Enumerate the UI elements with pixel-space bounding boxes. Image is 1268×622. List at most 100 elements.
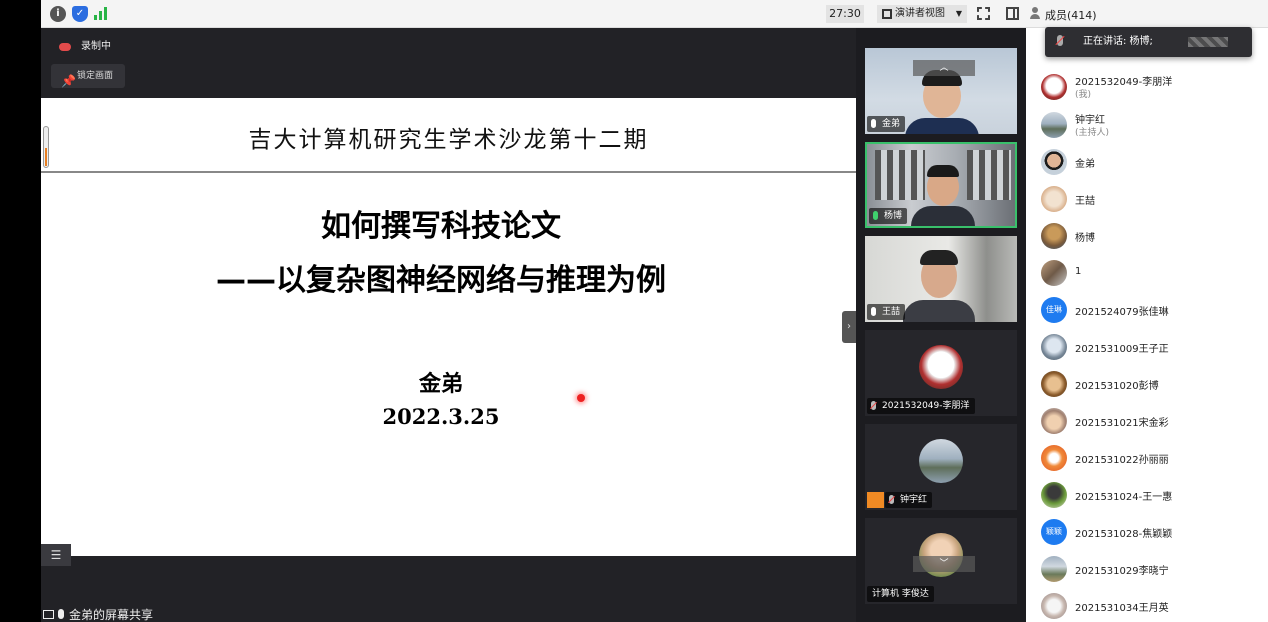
video-tile-name-text: 钟宇红 [900, 495, 928, 505]
avatar [1041, 223, 1067, 249]
participant-name: 2021531028-焦颖颖 [1075, 529, 1173, 540]
slide-title: 如何撰写科技论文 [321, 209, 561, 244]
scroll-down-icon[interactable]: ﹀ [913, 556, 975, 572]
participant-name: 2021531020彭博 [1075, 381, 1159, 392]
list-item[interactable]: 王喆 [1041, 185, 1261, 213]
microphone-icon [871, 119, 876, 128]
list-item[interactable]: 1 [1041, 259, 1261, 287]
video-tile-name-text: 计算机 李俊达 [872, 589, 929, 599]
video-tile[interactable]: ﹀ 计算机 李俊达 [865, 518, 1017, 604]
list-item[interactable]: 佳琳 2021524079张佳琳 [1041, 296, 1261, 324]
participant-role: (主持人) [1075, 128, 1110, 138]
video-tile-name: 2021532049-李朋洋 [867, 398, 975, 414]
participant-body [903, 300, 975, 322]
participant-name: 2021531009王子正 [1075, 344, 1169, 355]
microphone-icon [871, 307, 876, 316]
presentation-slide: 吉大计算机研究生学术沙龙第十二期 如何撰写科技论文 ——以复杂图神经网络与推理为… [41, 98, 856, 556]
members-label: 成员(414) [1045, 9, 1097, 22]
video-tile-name: 王喆 [867, 304, 906, 320]
video-tile-name: 金弟 [867, 116, 906, 132]
toggle-sidebar-icon[interactable] [1006, 7, 1019, 20]
participant-name: 杨博 [1075, 233, 1095, 244]
pin-icon: 📌 [61, 74, 76, 88]
video-tile-name: 杨博 [869, 208, 908, 224]
list-item[interactable]: 2021531024-王一惠 [1041, 481, 1261, 509]
shield-icon[interactable]: ✓ [72, 6, 88, 22]
signal-strength-icon[interactable] [94, 6, 110, 20]
slide-subtitle: ——以复杂图神经网络与推理为例 [216, 263, 666, 298]
avatar [1041, 445, 1067, 471]
participant-name: 2021531029李晓宁 [1075, 566, 1169, 577]
list-item[interactable]: 2021531009王子正 [1041, 333, 1261, 361]
participant-name: 2021531022孙丽丽 [1075, 455, 1169, 466]
cloud-recording-icon [59, 43, 71, 51]
avatar [1041, 593, 1067, 619]
avatar [1041, 260, 1067, 286]
members-icon [1029, 7, 1041, 19]
building-background [967, 150, 1011, 200]
participant-name: 金弟 [1075, 159, 1095, 170]
top-toolbar: i ✓ 27:30 演讲者视图 ▼ 成员(414) [41, 0, 1268, 28]
info-icon[interactable]: i [50, 6, 66, 22]
list-item[interactable]: 2021532049-李朋洋 (我) [1041, 73, 1261, 101]
list-item[interactable]: 2021531034王月英 [1041, 592, 1261, 620]
recording-indicator[interactable]: 录制中 [51, 37, 111, 57]
presenter-view-dropdown[interactable]: 演讲者视图 ▼ [877, 5, 967, 23]
video-tile[interactable]: 钟宇红 [865, 424, 1017, 510]
list-menu-icon[interactable]: ☰ [41, 544, 71, 566]
list-item[interactable]: 杨博 [1041, 222, 1261, 250]
avatar: 颖颖 [1041, 519, 1067, 545]
avatar [1041, 186, 1067, 212]
participant-name: 王喆 [1075, 196, 1095, 207]
video-tile-name-text: 金弟 [882, 119, 901, 129]
participant-name: 钟宇红 [1075, 115, 1105, 126]
screen-icon [43, 610, 54, 619]
slide-header: 吉大计算机研究生学术沙龙第十二期 [248, 127, 649, 153]
building-background [875, 150, 925, 200]
avatar [1041, 334, 1067, 360]
collapse-gallery-handle[interactable]: › [842, 311, 856, 343]
participant-name: 1 [1075, 266, 1082, 277]
participant-name: 2021531021宋金彩 [1075, 418, 1169, 429]
video-tile[interactable]: 2021532049-李朋洋 [865, 330, 1017, 416]
host-badge-icon [867, 492, 884, 508]
video-tile-active[interactable]: 杨博 [865, 142, 1017, 228]
video-tile-name: 钟宇红 [885, 492, 933, 508]
slide-date: 2022.3.25 [382, 404, 500, 429]
chevron-down-icon: ▼ [955, 9, 962, 18]
screen-share-label: 金弟的屏幕共享 [41, 608, 153, 622]
video-tile[interactable]: ︿ 金弟 [865, 48, 1017, 134]
fullscreen-icon[interactable] [977, 7, 990, 20]
participant-body [911, 206, 975, 226]
list-item[interactable]: 2021531029李晓宁 [1041, 555, 1261, 583]
presenter-view-label: 演讲者视图 [895, 8, 945, 19]
speaking-label: 正在讲话: 杨博; [1083, 36, 1153, 47]
lock-screen-button[interactable]: 📌 锁定画面 [51, 64, 125, 88]
video-tile-name-text: 王喆 [882, 307, 901, 317]
list-item[interactable]: 颖颖 2021531028-焦颖颖 [1041, 518, 1261, 546]
avatar [1041, 74, 1067, 100]
participant-name: 2021532049-李朋洋 [1075, 77, 1173, 88]
participant-name: 2021531024-王一惠 [1075, 492, 1173, 503]
scroll-up-icon[interactable]: ︿ [913, 60, 975, 76]
list-item[interactable]: 2021531020彭博 [1041, 370, 1261, 398]
list-item[interactable]: 2021531022孙丽丽 [1041, 444, 1261, 472]
microphone-muted-icon [871, 401, 876, 410]
presenter-view-icon [882, 9, 892, 19]
slide-divider [41, 171, 856, 173]
list-item[interactable]: 钟宇红 (主持人) [1041, 111, 1261, 139]
avatar [1041, 482, 1067, 508]
list-item[interactable]: 2021531021宋金彩 [1041, 407, 1261, 435]
screen-share-text: 金弟的屏幕共享 [69, 608, 154, 622]
participant-avatar [919, 439, 963, 483]
participant-list[interactable]: 2021532049-李朋洋 (我) 钟宇红 (主持人) 金弟 王喆 杨博 1 … [1026, 28, 1268, 622]
screen-share-area: 录制中 📌 锁定画面 吉大计算机研究生学术沙龙第十二期 如何撰写科技论文 ——以… [41, 28, 856, 622]
members-button[interactable]: 成员(414) [1029, 7, 1097, 23]
participant-body [905, 118, 979, 134]
video-tile[interactable]: 王喆 [865, 236, 1017, 322]
list-item[interactable]: 金弟 [1041, 148, 1261, 176]
speaker-muted-icon [1057, 35, 1063, 46]
participant-role: (我) [1075, 90, 1092, 100]
video-gallery: › ︿ 金弟 杨博 王喆 2021532049-李朋洋 钟宇红 ﹀ 计算机 李俊… [842, 28, 1026, 622]
speaker-avatars-blur [1188, 37, 1228, 47]
